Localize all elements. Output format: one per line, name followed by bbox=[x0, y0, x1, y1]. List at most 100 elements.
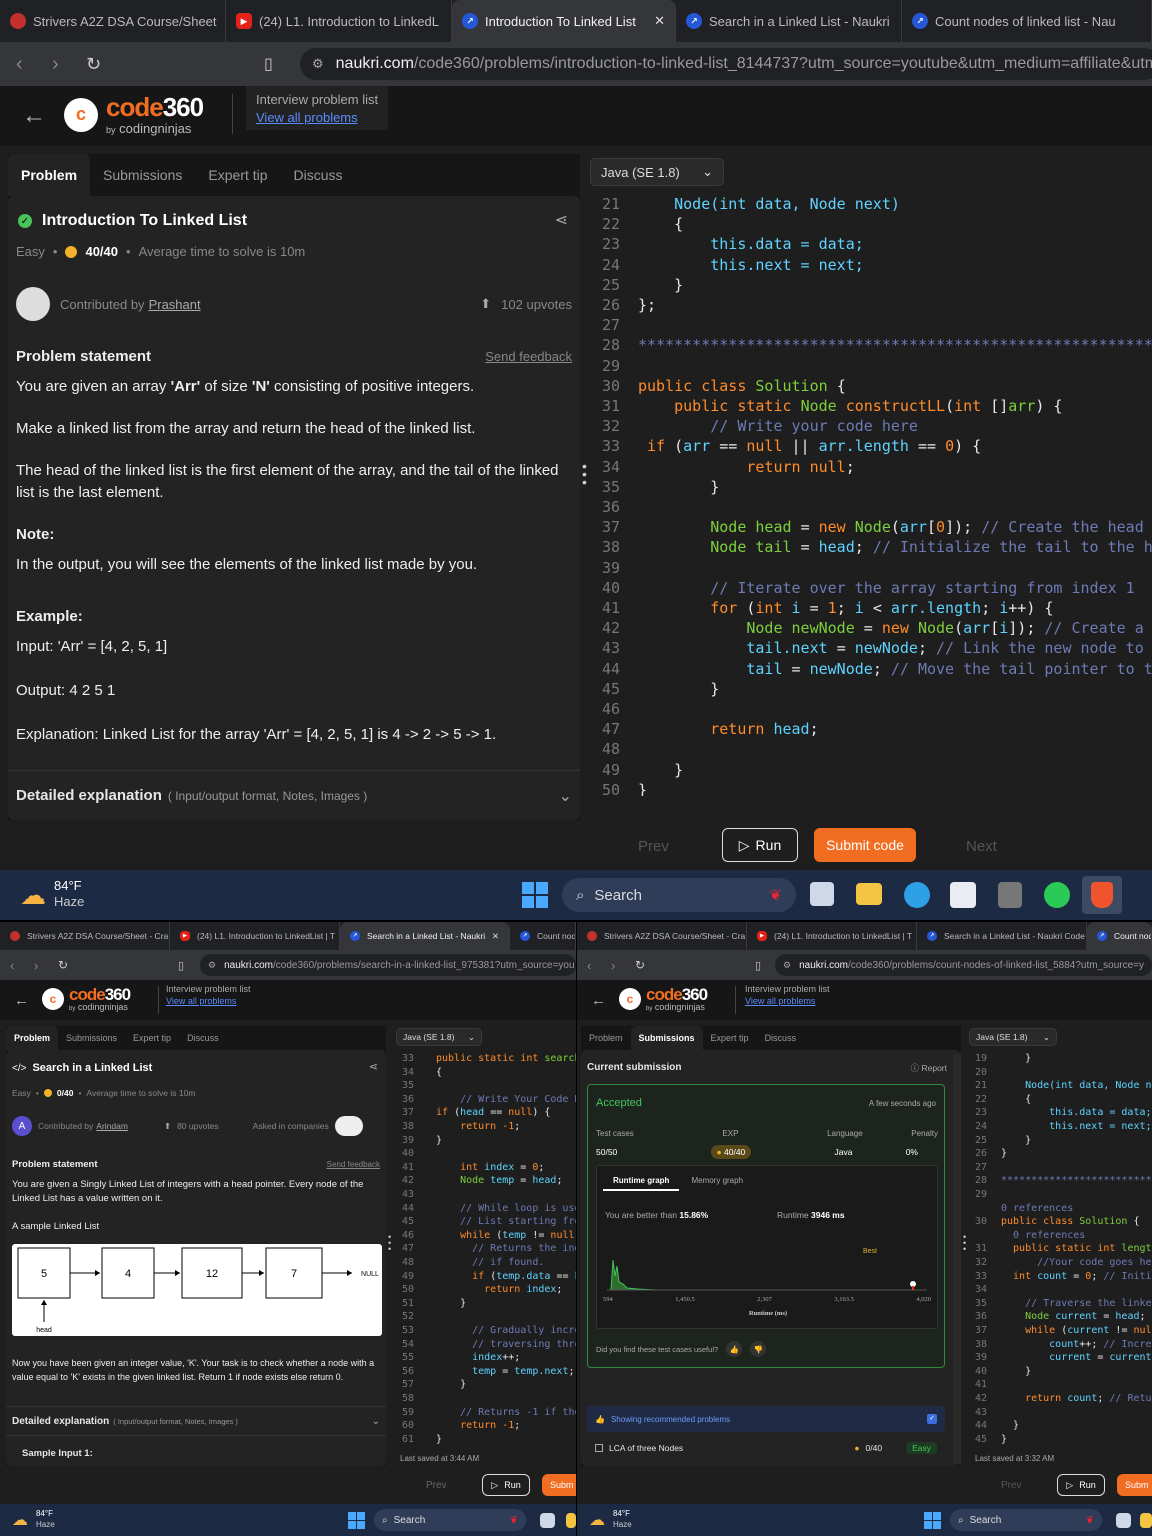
tab-submissions[interactable]: Submissions bbox=[90, 154, 195, 196]
scrollbar[interactable] bbox=[953, 1054, 961, 1464]
checkbox[interactable]: ✓ bbox=[927, 1414, 937, 1424]
next-button[interactable]: Next bbox=[966, 838, 997, 855]
browser-tab[interactable]: ↗ Search in a Linked List - Naukri ✕ bbox=[340, 922, 510, 950]
store-icon[interactable] bbox=[950, 882, 976, 908]
browser-tab[interactable]: ▶ (24) L1. Introduction to LinkedList | T bbox=[170, 922, 340, 950]
windows-start-icon[interactable] bbox=[348, 1512, 365, 1529]
code360-logo[interactable]: c code360 by codingninjas bbox=[64, 94, 204, 135]
task-view-icon[interactable] bbox=[1116, 1513, 1131, 1528]
submit-button[interactable]: Submit code bbox=[814, 828, 916, 862]
task-view-icon[interactable] bbox=[540, 1513, 555, 1528]
panel-resize-handle[interactable]: • • • bbox=[963, 1233, 966, 1254]
browser-tab[interactable]: Strivers A2Z DSA Course/Sheet - Cra bbox=[0, 922, 170, 950]
checkbox[interactable] bbox=[595, 1444, 603, 1452]
windows-start-icon[interactable] bbox=[522, 882, 548, 908]
taskbar-search[interactable]: ⌕ Search ❦ bbox=[374, 1509, 526, 1531]
site-settings-icon[interactable]: ⚙ bbox=[783, 960, 791, 971]
share-icon[interactable]: ⋖ bbox=[369, 1060, 378, 1073]
file-explorer-icon[interactable] bbox=[856, 883, 882, 905]
next-problem-row[interactable]: LCA of three Nodes ● 0/40 Easy bbox=[587, 1436, 945, 1460]
back-arrow-icon[interactable]: ← bbox=[591, 992, 606, 1009]
taskbar-search[interactable]: ⌕ Search ❦ bbox=[950, 1509, 1102, 1531]
prev-button[interactable]: Prev bbox=[1001, 1480, 1022, 1491]
author-link[interactable]: Prashant bbox=[149, 297, 201, 312]
run-button[interactable]: ▷ Run bbox=[1057, 1474, 1105, 1496]
url-field[interactable]: ⚙ naukri.com/code360/problems/introducti… bbox=[300, 48, 1152, 80]
code-editor[interactable]: 33 34 35 36 37 38 39 40 41 42 43 44 45 46 47 48 49 50 51 52… bbox=[396, 1052, 576, 1450]
submit-button[interactable]: Subm bbox=[542, 1474, 576, 1496]
tab-expert-tip[interactable]: Expert tip bbox=[195, 154, 280, 196]
view-all-problems-link[interactable]: View all problems bbox=[745, 996, 830, 1006]
language-select[interactable]: Java (SE 1.8) ⌄ bbox=[969, 1028, 1057, 1046]
reload-icon[interactable]: ↻ bbox=[635, 958, 645, 972]
tab-discuss[interactable]: Discuss bbox=[281, 154, 356, 196]
author-link[interactable]: Arindam bbox=[96, 1121, 128, 1131]
browser-tab[interactable]: ↗ Search in a Linked List - Naukri Code bbox=[917, 922, 1087, 950]
tab-problem[interactable]: Problem bbox=[6, 1026, 59, 1050]
browser-tab[interactable]: Strivers A2Z DSA Course/Sheet bbox=[0, 0, 226, 42]
browser-tab[interactable]: ↗ Count nodes of linked list - Nau bbox=[902, 0, 1152, 42]
site-settings-icon[interactable]: ⚙ bbox=[208, 960, 216, 971]
bookmark-icon[interactable]: ▯ bbox=[264, 54, 273, 74]
windows-start-icon[interactable] bbox=[924, 1512, 941, 1529]
file-explorer-icon[interactable] bbox=[566, 1513, 576, 1528]
bookmark-icon[interactable]: ▯ bbox=[178, 959, 184, 972]
run-button[interactable]: ▷ Run bbox=[482, 1474, 530, 1496]
close-tab-icon[interactable]: ✕ bbox=[654, 13, 665, 29]
browser-tab[interactable]: Strivers A2Z DSA Course/Sheet - Cra bbox=[577, 922, 747, 950]
forward-nav-icon[interactable]: › bbox=[52, 53, 59, 76]
taskbar-search[interactable]: ⌕ Search ❦ bbox=[562, 878, 796, 912]
forward-nav-icon[interactable]: › bbox=[611, 958, 615, 973]
url-field[interactable]: ⚙ naukri.com/code360/problems/count-node… bbox=[775, 954, 1152, 976]
tab-problem[interactable]: Problem bbox=[8, 154, 91, 196]
tab-submissions[interactable]: Submissions bbox=[630, 1026, 703, 1050]
upvote-icon[interactable]: ⬆ bbox=[164, 1121, 171, 1132]
close-tab-icon[interactable]: ✕ bbox=[492, 931, 499, 942]
language-select[interactable]: Java (SE 1.8) ⌄ bbox=[396, 1028, 482, 1046]
back-arrow-icon[interactable]: ← bbox=[14, 992, 29, 1009]
tab-submissions[interactable]: Submissions bbox=[58, 1026, 125, 1050]
browser-tab[interactable]: ▶ (24) L1. Introduction to LinkedList | T bbox=[747, 922, 917, 950]
tab-problem[interactable]: Problem bbox=[581, 1026, 631, 1050]
bookmark-icon[interactable]: ▯ bbox=[755, 959, 761, 972]
whatsapp-icon[interactable] bbox=[1044, 882, 1070, 908]
detailed-explanation-toggle[interactable]: Detailed explanation ( Input/output form… bbox=[8, 770, 580, 820]
url-field[interactable]: ⚙ naukri.com/code360/problems/search-in-… bbox=[200, 954, 576, 976]
app-icon[interactable] bbox=[998, 882, 1022, 908]
view-all-problems-link[interactable]: View all problems bbox=[166, 996, 251, 1006]
report-button[interactable]: ⓘ Report bbox=[911, 1062, 947, 1074]
code360-logo[interactable]: c code360 by codingninjas bbox=[619, 986, 708, 1012]
back-nav-icon[interactable]: ‹ bbox=[10, 958, 14, 973]
back-nav-icon[interactable]: ‹ bbox=[16, 53, 23, 76]
reload-icon[interactable]: ↻ bbox=[58, 958, 68, 972]
browser-tab[interactable]: ↗ Search in a Linked List - Naukri bbox=[676, 0, 902, 42]
view-all-problems-link[interactable]: View all problems bbox=[256, 110, 378, 125]
edge-icon[interactable] bbox=[904, 882, 930, 908]
language-select[interactable]: Java (SE 1.8) ⌄ bbox=[590, 158, 724, 186]
site-settings-icon[interactable]: ⚙ bbox=[312, 56, 324, 72]
forward-nav-icon[interactable]: › bbox=[34, 958, 38, 973]
send-feedback-link[interactable]: Send feedback bbox=[485, 346, 572, 368]
panel-resize-handle[interactable]: • • • bbox=[388, 1233, 391, 1254]
company-logos[interactable] bbox=[334, 1116, 363, 1136]
browser-tab[interactable]: ↗ Introduction To Linked List ✕ bbox=[452, 0, 676, 42]
upvote-icon[interactable]: ⬆ bbox=[480, 296, 491, 312]
tab-expert-tip[interactable]: Expert tip bbox=[125, 1026, 179, 1050]
back-nav-icon[interactable]: ‹ bbox=[587, 958, 591, 973]
run-button[interactable]: ▷ Run bbox=[722, 828, 798, 862]
thumbs-down-icon[interactable]: 👎 bbox=[750, 1341, 767, 1357]
code360-logo[interactable]: c code360 by codingninjas bbox=[42, 986, 131, 1012]
brave-icon[interactable] bbox=[1082, 876, 1122, 914]
task-view-icon[interactable] bbox=[810, 882, 834, 906]
reload-icon[interactable]: ↻ bbox=[86, 54, 101, 75]
share-icon[interactable]: ⋖ bbox=[555, 210, 568, 230]
tab-discuss[interactable]: Discuss bbox=[179, 1026, 227, 1050]
browser-tab[interactable]: ▶ (24) L1. Introduction to LinkedL bbox=[226, 0, 452, 42]
code-editor[interactable]: 21 22 23 24 25 26 27 28 29 30 31 32 33 34 35 36 37 38 39 40… bbox=[590, 194, 1152, 796]
file-explorer-icon[interactable] bbox=[1140, 1513, 1152, 1528]
browser-tab[interactable]: ↗ Count nod bbox=[510, 922, 576, 950]
send-feedback-link[interactable]: Send feedback bbox=[327, 1158, 380, 1172]
prev-button[interactable]: Prev bbox=[638, 838, 669, 855]
code-editor[interactable]: 19 20 21 22 23 24 25 26 27 28 29 30 31 32 33 34 35 36 37 38… bbox=[969, 1052, 1152, 1450]
thumbs-up-icon[interactable]: 👍 bbox=[726, 1341, 743, 1357]
